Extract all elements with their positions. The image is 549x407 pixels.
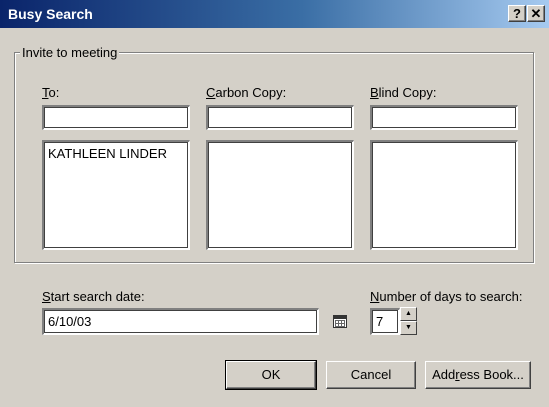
start-date-value: 6/10/03 [48,314,92,329]
cc-label: Carbon Copy: [206,85,286,100]
bcc-list[interactable] [370,140,518,250]
help-button[interactable]: ? [508,5,526,22]
bcc-label-rest: lind Copy: [378,85,437,100]
spinner-down-button[interactable]: ▼ [400,321,417,335]
to-list-item[interactable]: KATHLEEN LINDER [48,146,167,161]
cancel-button[interactable]: Cancel [326,361,416,389]
to-list[interactable]: KATHLEEN LINDER [42,140,190,250]
to-label-rest: o: [48,85,60,100]
to-label: To: [42,85,59,100]
calendar-icon-header [334,316,346,319]
address-book-pre: Add [432,367,456,382]
start-date-label: Start search date: [42,289,145,304]
calendar-icon-grid [335,320,345,327]
days-label-accel: N [370,289,380,304]
days-value: 7 [376,314,384,329]
invite-group-legend: Invite to meeting [20,45,120,60]
cc-input[interactable] [206,105,354,130]
spinner-up-button[interactable]: ▲ [400,307,417,321]
start-date-label-accel: S [42,289,51,304]
days-spinner: ▲ ▼ [400,307,417,335]
cc-list[interactable] [206,140,354,250]
bcc-label: Blind Copy: [370,85,436,100]
calendar-icon[interactable] [333,315,347,328]
ok-button[interactable]: OK [225,360,317,390]
days-label: Number of days to search: [370,289,522,304]
to-input[interactable] [42,105,190,130]
window-title: Busy Search [8,6,93,22]
days-input[interactable]: 7 [370,308,400,335]
cc-label-rest: arbon Copy: [215,85,287,100]
close-button[interactable]: ✕ [527,5,545,22]
bcc-label-accel: B [370,85,379,100]
start-date-input[interactable]: 6/10/03 [42,308,319,335]
title-bar: Busy Search ? ✕ [0,0,549,28]
bcc-input[interactable] [370,105,518,130]
days-label-rest: umber of days to search: [379,289,523,304]
start-date-label-rest: tart search date: [50,289,145,304]
address-book-button[interactable]: Address Book... [425,361,531,389]
cc-label-accel: C [206,85,216,100]
address-book-post: ess Book... [459,367,524,382]
